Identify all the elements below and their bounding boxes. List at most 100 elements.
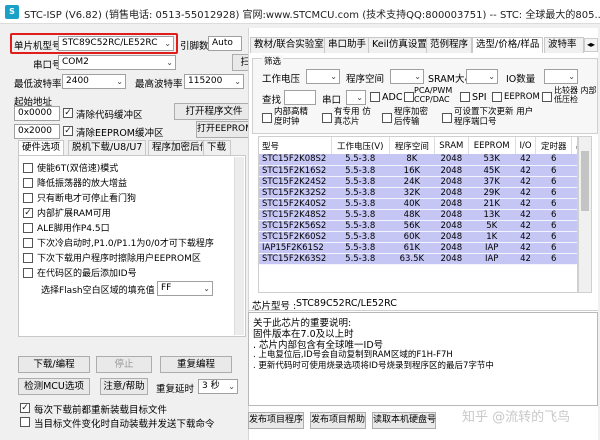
comparator-checkbox[interactable] (542, 92, 552, 102)
publish-program-button[interactable]: 发布项目程序 (248, 412, 304, 429)
publish-help-button[interactable]: 发布项目帮助 (310, 412, 366, 429)
search-input[interactable] (284, 90, 316, 105)
mcu-type-select[interactable]: STC89C52RC/LE52RC ⌄ (58, 36, 174, 51)
fill-value-label: 选择Flash空白区域的填充值 (41, 286, 155, 296)
table-row[interactable]: STC15F2K40S2 5.5-3.8 40K 2048 21K 42 6 (259, 198, 577, 210)
table-cell: 6 (535, 253, 572, 265)
tab-textbook-lab[interactable]: 教材/联合实验室 (250, 37, 328, 53)
clear-code-checkbox[interactable]: ✓ (63, 108, 73, 118)
col-io[interactable]: I/O (515, 137, 537, 154)
checkbox[interactable] (23, 252, 33, 263)
table-row[interactable]: STC15F2K24S2 5.5-3.8 24K 2048 37K 42 6 (259, 176, 577, 188)
adc-checkbox[interactable] (370, 92, 380, 102)
col-timer[interactable]: 定时器 (535, 137, 572, 154)
tab-baud-rate[interactable]: 波特率 (544, 37, 584, 53)
encrypt-checkbox[interactable] (382, 113, 392, 123)
address1-input[interactable]: 0x0000 (14, 106, 60, 121)
table-row[interactable]: STC15F2K48S2 5.5-3.8 48K 2048 13K 42 6 (259, 209, 577, 221)
table-row[interactable]: STC15F2K63S2 5.5-3.8 63.5K 2048 IAP 42 6 (259, 253, 577, 265)
option-watchdog[interactable]: 只有断电才可停止看门狗 (23, 191, 136, 204)
help-button[interactable]: 注意/帮助 (100, 378, 148, 395)
table-row[interactable]: STC15F2K16S2 5.5-3.8 16K 2048 45K 42 6 (259, 165, 577, 177)
chevron-down-icon: ⌄ (234, 77, 241, 86)
min-baud-label: 最低波特率 (14, 79, 62, 90)
table-row[interactable]: STC15F2K56S2 5.5-3.8 56K 2048 5K 42 6 (259, 220, 577, 232)
address2-input[interactable]: 0x2000 (14, 124, 60, 139)
read-disk-id-button[interactable]: 读取本机硬盘号 (372, 412, 436, 429)
chip-model-value: STC89C52RC/LE52RC (296, 298, 397, 309)
checkbox[interactable] (23, 177, 33, 188)
spi-checkbox[interactable] (460, 92, 470, 102)
tab-scroll-icon[interactable]: ◂▸ (584, 38, 598, 52)
max-baud-select[interactable]: 115200 ⌄ (184, 74, 244, 89)
voltage-select[interactable]: ⌄ (306, 69, 340, 84)
search-label: 查找 (262, 95, 282, 106)
stop-button[interactable]: 停止 (96, 356, 152, 373)
table-cell: 5.5-3.8 (331, 253, 390, 265)
table-cell: 42 (515, 198, 536, 210)
table-vertical-scrollbar[interactable] (578, 136, 592, 293)
repeat-delay-label: 重复延时 (156, 384, 195, 395)
col-program-space[interactable]: 程序空间 (389, 137, 435, 154)
tab-keil-emulation[interactable]: Keil仿真设置 (368, 37, 431, 53)
eeprom-checkbox[interactable] (492, 92, 502, 102)
autosend-checkbox[interactable] (20, 417, 30, 427)
detect-mcu-button[interactable]: 检测MCU选项 (18, 378, 90, 395)
col-voltage[interactable]: 工作电压(V) (331, 137, 390, 154)
tab-download[interactable]: 下载 (203, 140, 231, 156)
clear-eeprom-checkbox[interactable]: ✓ (63, 126, 73, 136)
table-cell: 13K (468, 209, 516, 221)
repeat-delay-select[interactable]: 3 秒 ⌄ (198, 379, 238, 394)
reload-checkbox[interactable]: ✓ (20, 403, 30, 413)
checkbox[interactable] (23, 192, 33, 203)
checkbox[interactable] (23, 222, 33, 233)
tab-serial-assistant[interactable]: 串口助手 (324, 37, 371, 53)
open-program-button[interactable]: 打开程序文件 (174, 103, 254, 120)
reprogram-button[interactable]: 重复编程 (160, 356, 232, 373)
scroll-thumb[interactable] (581, 151, 589, 211)
checkbox[interactable] (23, 267, 33, 278)
fill-value-select[interactable]: FF ⌄ (157, 281, 213, 296)
checkbox[interactable] (23, 237, 33, 248)
tab-hardware-options[interactable]: 硬件选项 (18, 140, 65, 156)
option-xram[interactable]: ✓ 内部扩展RAM可用 (23, 206, 111, 219)
io-select[interactable]: ⌄ (544, 69, 578, 84)
col-eeprom[interactable]: EEPROM (468, 137, 516, 154)
mcu-type-value: STC89C52RC/LE52RC (62, 38, 158, 48)
table-cell: 21K (468, 198, 516, 210)
pca-checkbox[interactable] (404, 92, 414, 102)
min-baud-select[interactable]: 2400 ⌄ (62, 74, 126, 89)
pin-count-label: 引脚数 (180, 41, 209, 52)
sram-select[interactable]: ⌄ (466, 69, 498, 84)
option-ale-p45[interactable]: ALE脚用作P4.5口 (23, 221, 110, 234)
internal-clock-checkbox[interactable] (262, 113, 272, 123)
options-scrollbar[interactable] (234, 157, 244, 335)
option-lower-gain[interactable]: 降低振荡器的放大增益 (23, 176, 127, 189)
col-model[interactable]: 型号 (259, 137, 332, 154)
emu-chip-checkbox[interactable] (322, 113, 332, 123)
download-button[interactable]: 下载/编程 (18, 356, 90, 373)
col-sram[interactable]: SRAM (434, 137, 469, 154)
table-cell: IAP15F2K61S2 (259, 242, 331, 254)
user-port-checkbox[interactable] (442, 113, 452, 123)
tab-offline-download[interactable]: 脱机下载/U8/U7 (68, 140, 147, 156)
table-cell: 5.5-3.8 (331, 231, 390, 243)
checkbox[interactable]: ✓ (23, 207, 33, 218)
option-erase-eeprom[interactable]: 下次下载用户程序时擦除用户EEPROM区 (23, 251, 201, 264)
table-row[interactable]: STC15F2K60S2 5.5-3.8 60K 2048 1K 42 6 (259, 231, 577, 243)
uart-select[interactable]: ⌄ (346, 90, 366, 105)
mcu-type-label: 单片机型号 (14, 41, 62, 52)
pin-count-select[interactable]: Auto (208, 36, 242, 51)
tab-sample-programs[interactable]: 范例程序 (426, 37, 473, 53)
port-select[interactable]: COM2 ⌄ (58, 55, 176, 70)
table-row[interactable]: IAP15F2K61S2 5.5-3.8 61K 2048 IAP 42 6 (259, 242, 577, 254)
option-add-id[interactable]: 在代码区的最后添加ID号 (23, 266, 137, 279)
checkbox[interactable] (23, 162, 33, 173)
table-row[interactable]: STC15F2K08S2 5.5-3.8 8K 2048 53K 42 6 (259, 154, 577, 166)
tab-selection-price[interactable]: 选型/价格/样品 (472, 37, 544, 53)
option-6t-mode[interactable]: 使能6T(双倍速)模式 (23, 161, 118, 174)
table-cell: 2048 (434, 231, 469, 243)
option-p10-p11[interactable]: 下次冷启动时,P1.0/P1.1为0/0才可下载程序 (23, 236, 214, 249)
program-space-select[interactable]: ⌄ (390, 69, 424, 84)
table-row[interactable]: STC15F2K32S2 5.5-3.8 32K 2048 29K 42 6 (259, 187, 577, 199)
